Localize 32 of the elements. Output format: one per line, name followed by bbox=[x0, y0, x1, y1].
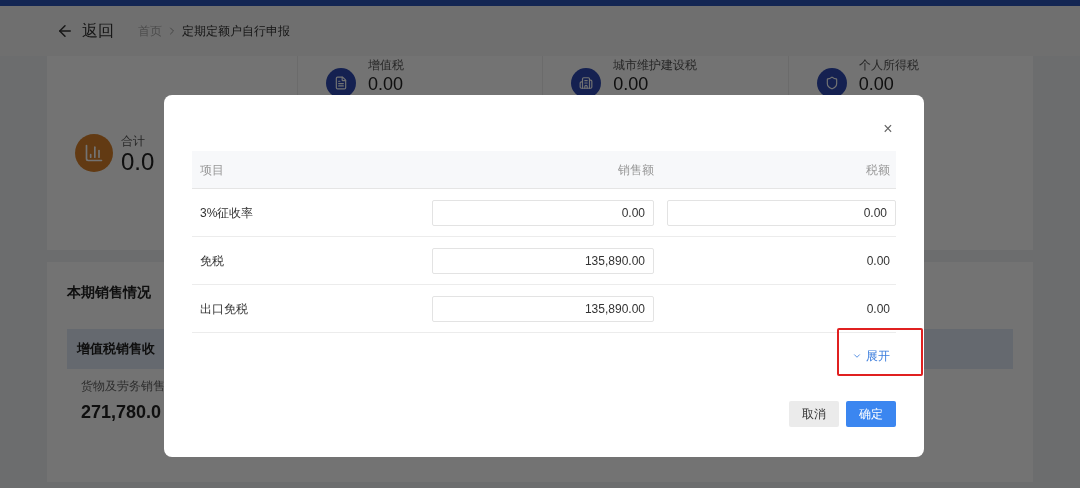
item-label: 货物及劳务销售 bbox=[81, 378, 165, 395]
chevron-down-icon bbox=[852, 351, 862, 361]
section-title: 本期销售情况 bbox=[67, 283, 152, 302]
table-cell-text: 0.00 bbox=[866, 252, 891, 270]
tax-label: 个人所得税 bbox=[858, 58, 919, 72]
sales-input[interactable]: 135,890.00 bbox=[432, 295, 654, 322]
table-cell-text: 3%征收率 bbox=[199, 204, 255, 222]
sales-input[interactable]: 135,890.00 bbox=[432, 247, 654, 274]
bar-chart-icon bbox=[75, 134, 113, 172]
breadcrumb-item: 定期定额户自行申报 bbox=[182, 23, 290, 40]
item-value: 271,780.0 bbox=[81, 401, 162, 424]
sales-input[interactable]: 0.00 bbox=[432, 199, 654, 226]
tax-label: 增值税 bbox=[368, 58, 404, 72]
column-header: 税额 bbox=[865, 161, 891, 179]
cancel-button[interactable]: 取消 bbox=[789, 401, 839, 427]
confirm-button[interactable]: 确定 bbox=[846, 401, 896, 427]
column-header: 项目 bbox=[199, 161, 225, 179]
tax-value: 0.00 bbox=[858, 74, 895, 94]
expand-link[interactable]: 展开 bbox=[852, 347, 890, 365]
table-cell-text: 免税 bbox=[199, 252, 225, 270]
total-value: 0.0 bbox=[121, 150, 155, 174]
back-button[interactable]: 返回 bbox=[56, 19, 114, 43]
tax-value: 0.00 bbox=[613, 74, 650, 94]
panel-title: 增值税销售收 bbox=[77, 340, 155, 359]
column-header: 销售额 bbox=[617, 161, 654, 179]
tax-input[interactable]: 0.00 bbox=[667, 199, 896, 226]
table-cell-text: 0.00 bbox=[866, 300, 891, 318]
tax-value: 0.00 bbox=[368, 74, 404, 94]
tax-label: 城市维护建设税 bbox=[613, 58, 698, 72]
table-cell-text: 出口免税 bbox=[199, 300, 249, 318]
close-button[interactable]: × bbox=[880, 117, 896, 141]
total-label: 合计 bbox=[121, 133, 146, 150]
